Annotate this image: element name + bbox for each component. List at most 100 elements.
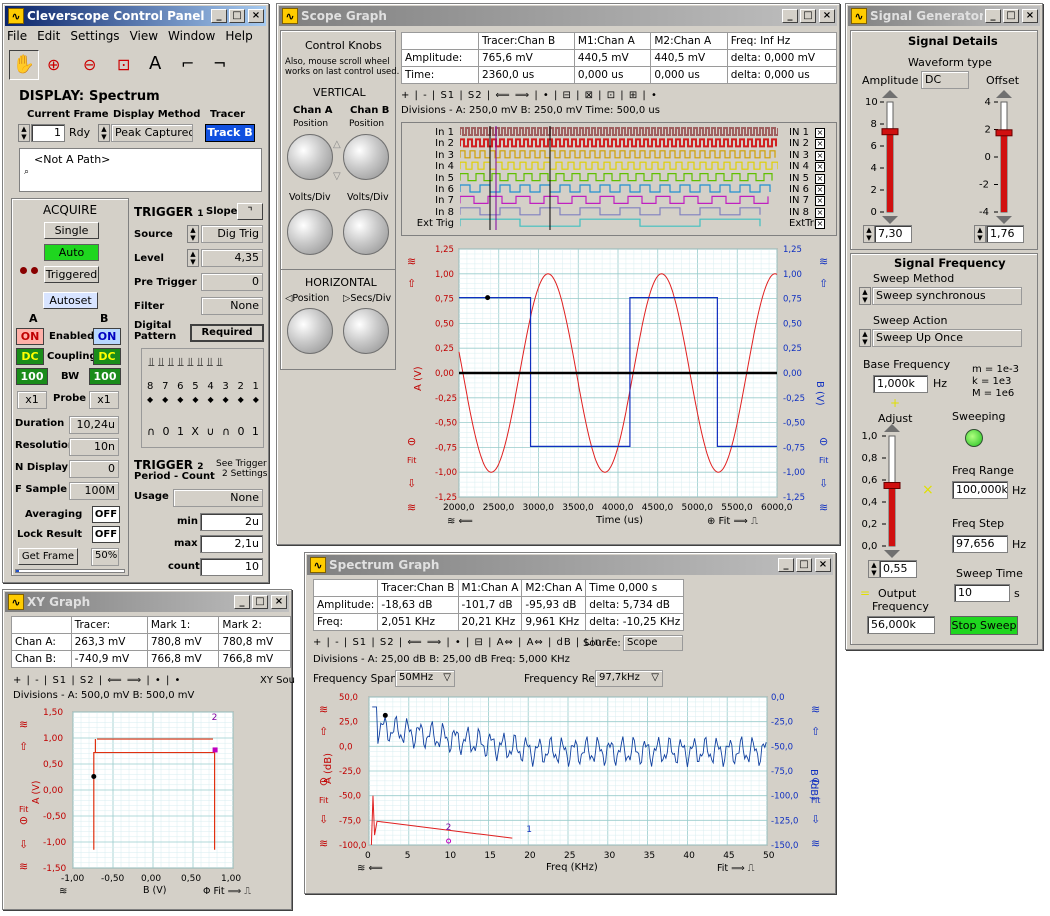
channel-checkbox[interactable]: ×: [815, 162, 825, 173]
minimize-button[interactable]: _: [782, 9, 798, 23]
menu-file[interactable]: File: [7, 29, 27, 43]
waveform-field[interactable]: DC: [921, 71, 969, 89]
adjust-slider[interactable]: 1,0 0,8 0,6 0,4 0,2 0,0: [856, 424, 922, 560]
spectrum-titlebar[interactable]: ∿ Spectrum Graph _ □ ×: [307, 555, 833, 575]
frame-spinner[interactable]: ▲ ▼: [18, 124, 30, 142]
channel-checkbox[interactable]: ×: [815, 139, 825, 150]
close-button[interactable]: ×: [1022, 9, 1038, 23]
get-frame-button[interactable]: Get Frame: [18, 548, 78, 565]
triggered-button[interactable]: Triggered: [44, 266, 99, 283]
min-field[interactable]: 2u: [200, 513, 263, 531]
chan-b-position-knob[interactable]: [343, 134, 389, 180]
duration-field[interactable]: 10,24u: [69, 416, 119, 434]
chan-a-bw[interactable]: 100: [16, 368, 48, 385]
count-field[interactable]: 10: [200, 558, 263, 576]
zoom-box-icon[interactable]: ⊡: [117, 55, 130, 74]
maximize-button[interactable]: □: [252, 595, 268, 609]
level-field[interactable]: 4,35: [201, 249, 263, 267]
lock-toggle[interactable]: OFF: [92, 526, 120, 543]
secs-div-knob[interactable]: [343, 308, 389, 354]
adjust-field[interactable]: 0,55: [879, 560, 917, 578]
text-tool-icon[interactable]: A: [149, 53, 161, 74]
offset-field[interactable]: 1,76: [986, 225, 1024, 243]
chan-b-coupling[interactable]: DC: [93, 348, 121, 365]
chan-b-volts-knob[interactable]: [343, 209, 389, 255]
resolution-field[interactable]: 10n: [69, 438, 119, 456]
filter-field[interactable]: None: [201, 297, 263, 315]
menu-help[interactable]: Help: [225, 29, 252, 43]
amplitude-field[interactable]: 7,30: [874, 225, 912, 243]
span-dropdown[interactable]: 50MHz ▽: [395, 670, 455, 687]
maximize-button[interactable]: □: [796, 558, 812, 572]
channel-checkbox[interactable]: ×: [815, 150, 825, 161]
freq-step-field[interactable]: 97,656: [952, 535, 1008, 553]
hand-tool-icon[interactable]: ✋: [9, 50, 39, 80]
amplitude-slider[interactable]: 10 8 6 4 2 0: [856, 90, 926, 226]
control-panel-titlebar[interactable]: ∿ Cleverscope Control Panel _ □ ×: [5, 6, 266, 26]
zoom-in-icon[interactable]: ⊕: [47, 55, 60, 74]
sweep-time-field[interactable]: 10: [954, 584, 1010, 602]
auto-button[interactable]: Auto: [44, 244, 99, 261]
scope-plot[interactable]: 2000,0 2500,0 3000,0 3500,0 4000,0 4500,0 5000…: [399, 241, 839, 539]
chan-b-bw[interactable]: 100: [89, 368, 121, 385]
close-button[interactable]: ×: [271, 595, 287, 609]
minimize-button[interactable]: _: [211, 9, 227, 23]
channel-checkbox[interactable]: ×: [815, 173, 825, 184]
chan-a-coupling[interactable]: DC: [16, 348, 44, 365]
offset-slider[interactable]: 4 2 0 -2 -4: [974, 90, 1034, 226]
spectrum-toolbar[interactable]: + | - | S1 | S2 | ⟸ ⟹ | • | ⊟ | A⇔ | A⇔ …: [313, 637, 613, 648]
menu-window[interactable]: Window: [168, 29, 215, 43]
channel-checkbox[interactable]: ×: [815, 184, 825, 195]
chan-a-probe[interactable]: x1: [17, 391, 47, 409]
source-spinner[interactable]: ▲ ▼: [187, 225, 199, 243]
spectrum-plot[interactable]: 0 5 10 15 20 25 30 35 40 45 50 50,0 25,0 0,0 -25,0 -50,…: [311, 689, 831, 889]
chan-b-enable[interactable]: ON: [93, 328, 121, 345]
minimize-button[interactable]: _: [985, 9, 1001, 23]
maximize-button[interactable]: □: [229, 9, 245, 23]
zoom-out-icon[interactable]: ⊖: [83, 55, 96, 74]
ndisplay-field[interactable]: 0: [69, 460, 119, 478]
h-position-knob[interactable]: [287, 308, 333, 354]
close-button[interactable]: ×: [819, 9, 835, 23]
xy-titlebar[interactable]: ∿ XY Graph _ □ ×: [5, 592, 289, 612]
max-field[interactable]: 2,1u: [200, 535, 263, 553]
channel-checkbox[interactable]: ×: [815, 196, 825, 207]
minimize-button[interactable]: _: [778, 558, 794, 572]
stop-sweep-button[interactable]: Stop Sweep: [950, 616, 1018, 635]
source-field[interactable]: Scope: [623, 635, 683, 651]
sweep-action-spinner[interactable]: ▲ ▼: [859, 329, 871, 347]
rising-edge-icon[interactable]: ⌐: [181, 54, 194, 73]
method-spinner[interactable]: ▲ ▼: [98, 124, 110, 142]
menu-settings[interactable]: Settings: [70, 29, 119, 43]
minimize-button[interactable]: _: [234, 595, 250, 609]
path-field[interactable]: ⌕ <Not A Path>: [19, 148, 262, 192]
chan-a-enable[interactable]: ON: [16, 328, 44, 345]
channel-checkbox[interactable]: ×: [815, 128, 825, 138]
usage-field[interactable]: None: [173, 489, 263, 507]
offset-spinner[interactable]: ▲ ▼: [974, 225, 986, 243]
chan-a-position-knob[interactable]: [287, 134, 333, 180]
tracer-button[interactable]: Track B: [205, 124, 255, 142]
sweep-method-spinner[interactable]: ▲ ▼: [859, 287, 871, 305]
res-dropdown[interactable]: 97,7kHz ▽: [595, 670, 663, 687]
autoset-button[interactable]: Autoset: [43, 292, 98, 309]
source-field[interactable]: Dig Trig: [201, 225, 263, 243]
level-spinner[interactable]: ▲ ▼: [187, 249, 199, 267]
siggen-titlebar[interactable]: ∿Signal Generator C..._□×: [848, 6, 1040, 26]
maximize-button[interactable]: □: [800, 9, 816, 23]
falling-edge-icon[interactable]: ¬: [213, 54, 226, 73]
digital-pattern-button[interactable]: Required: [190, 324, 264, 342]
menu-view[interactable]: View: [130, 29, 158, 43]
chan-b-probe[interactable]: x1: [89, 391, 119, 409]
scope-toolbar[interactable]: + | - | S1 | S2 | ⟸ ⟹ | • | ⊟ | ⊠ | ⊡ | …: [401, 90, 658, 101]
close-button[interactable]: ×: [248, 9, 264, 23]
scope-titlebar[interactable]: ∿ Scope Graph _ □ ×: [279, 6, 837, 26]
freq-range-field[interactable]: 100,000k: [952, 481, 1008, 499]
xy-toolbar[interactable]: + | - | S1 | S2 | ⟸ ⟹ | • | •: [13, 675, 181, 686]
maximize-button[interactable]: □: [1003, 9, 1019, 23]
base-freq-field[interactable]: 1,000k: [873, 375, 928, 393]
close-button[interactable]: ×: [815, 558, 831, 572]
single-button[interactable]: Single: [44, 222, 99, 239]
sweep-action-field[interactable]: Sweep Up Once: [872, 329, 1022, 347]
current-frame-field[interactable]: 1: [31, 124, 65, 142]
